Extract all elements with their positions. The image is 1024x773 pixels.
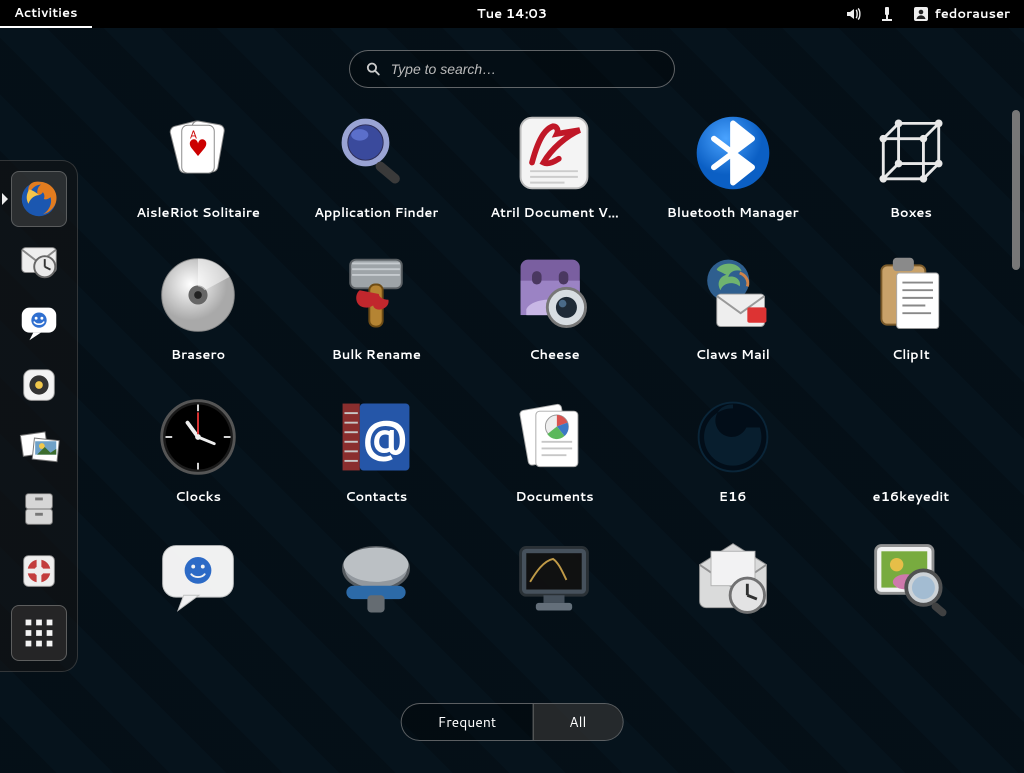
app-contacts[interactable]: @ Contacts bbox=[287, 394, 465, 506]
network-status-icon[interactable] bbox=[879, 6, 895, 22]
dash-help[interactable] bbox=[11, 543, 67, 599]
app-row4-2[interactable] bbox=[287, 536, 465, 622]
disc-icon bbox=[155, 252, 241, 338]
analog-clock-icon bbox=[155, 394, 241, 480]
svg-text:♥: ♥ bbox=[188, 132, 209, 164]
clipboard-icon bbox=[868, 252, 954, 338]
atril-icon bbox=[511, 110, 597, 196]
cards-icon: ♠A♥ bbox=[155, 110, 241, 196]
picture-magnify-icon bbox=[868, 536, 954, 622]
search-field[interactable] bbox=[349, 50, 675, 88]
activities-button[interactable]: Activities bbox=[0, 0, 92, 28]
dash-files[interactable] bbox=[11, 481, 67, 537]
applications-view: ♠A♥ AisleRiot Solitaire Application Find… bbox=[105, 100, 1004, 693]
blank-icon bbox=[868, 394, 954, 480]
app-label: Bluetooth Manager bbox=[667, 204, 799, 222]
app-boxes[interactable]: Boxes bbox=[822, 110, 1000, 222]
app-label: Application Finder bbox=[314, 204, 438, 222]
app-bulk-rename[interactable]: Bulk Rename bbox=[287, 252, 465, 364]
app-clipit[interactable]: ClipIt bbox=[822, 252, 1000, 364]
clock-label[interactable]: Tue 14:03 bbox=[477, 5, 547, 23]
app-label: Documents bbox=[515, 488, 593, 506]
svg-text:@: @ bbox=[362, 404, 407, 466]
view-switch: Frequent All bbox=[401, 703, 624, 741]
scrollbar-thumb[interactable] bbox=[1012, 110, 1020, 270]
top-bar: Activities Tue 14:03 fedorauser bbox=[0, 0, 1024, 28]
app-label: E16 bbox=[719, 488, 747, 506]
app-label: Clocks bbox=[175, 488, 221, 506]
app-documents[interactable]: Documents bbox=[465, 394, 643, 506]
app-e16keyedit[interactable]: e16keyedit bbox=[822, 394, 1000, 506]
mail-clock2-icon bbox=[690, 536, 776, 622]
app-bluetooth-manager[interactable]: Bluetooth Manager bbox=[644, 110, 822, 222]
app-label: Claws Mail bbox=[696, 346, 770, 364]
documents-icon bbox=[511, 394, 597, 480]
applications-grid: ♠A♥ AisleRiot Solitaire Application Find… bbox=[105, 100, 1004, 626]
view-frequent-button[interactable]: Frequent bbox=[402, 704, 533, 740]
app-label: Bulk Rename bbox=[332, 346, 421, 364]
hammer-icon bbox=[333, 252, 419, 338]
chat-bubble-icon bbox=[155, 536, 241, 622]
cube-wire-icon bbox=[868, 110, 954, 196]
app-label: Contacts bbox=[345, 488, 407, 506]
search-input[interactable] bbox=[391, 61, 658, 77]
dash bbox=[0, 160, 78, 672]
magnifier-icon bbox=[333, 110, 419, 196]
dash-evolution[interactable] bbox=[11, 233, 67, 289]
app-row4-1[interactable] bbox=[109, 536, 287, 622]
user-menu[interactable]: fedorauser bbox=[913, 5, 1010, 23]
app-label: Atril Document V… bbox=[490, 204, 619, 222]
username-label: fedorauser bbox=[935, 5, 1010, 23]
app-row4-5[interactable] bbox=[822, 536, 1000, 622]
at-sign-icon: @ bbox=[333, 394, 419, 480]
dash-shotwell[interactable] bbox=[11, 419, 67, 475]
dash-empathy[interactable] bbox=[11, 295, 67, 351]
monitor-icon bbox=[511, 536, 597, 622]
app-aisleriot[interactable]: ♠A♥ AisleRiot Solitaire bbox=[109, 110, 287, 222]
show-applications-button[interactable] bbox=[11, 605, 67, 661]
roller-icon bbox=[333, 536, 419, 622]
app-row4-4[interactable] bbox=[644, 536, 822, 622]
app-e16[interactable]: E16 bbox=[644, 394, 822, 506]
app-label: ClipIt bbox=[892, 346, 930, 364]
app-label: Cheese bbox=[529, 346, 579, 364]
app-label: Brasero bbox=[171, 346, 225, 364]
dash-rhythmbox[interactable] bbox=[11, 357, 67, 413]
bluetooth-icon bbox=[690, 110, 776, 196]
volume-status-icon[interactable] bbox=[845, 6, 861, 22]
app-label: AisleRiot Solitaire bbox=[136, 204, 260, 222]
webcam-face-icon bbox=[511, 252, 597, 338]
app-row4-3[interactable] bbox=[465, 536, 643, 622]
app-label: e16keyedit bbox=[873, 488, 950, 506]
app-application-finder[interactable]: Application Finder bbox=[287, 110, 465, 222]
view-all-button[interactable]: All bbox=[532, 704, 622, 740]
app-atril[interactable]: Atril Document V… bbox=[465, 110, 643, 222]
search-icon bbox=[366, 61, 381, 77]
app-claws-mail[interactable]: Claws Mail bbox=[644, 252, 822, 364]
e16-icon bbox=[690, 394, 776, 480]
app-clocks[interactable]: Clocks bbox=[109, 394, 287, 506]
app-cheese[interactable]: Cheese bbox=[465, 252, 643, 364]
dash-firefox[interactable] bbox=[11, 171, 67, 227]
app-label: Boxes bbox=[890, 204, 932, 222]
claws-mail-icon bbox=[690, 252, 776, 338]
app-brasero[interactable]: Brasero bbox=[109, 252, 287, 364]
